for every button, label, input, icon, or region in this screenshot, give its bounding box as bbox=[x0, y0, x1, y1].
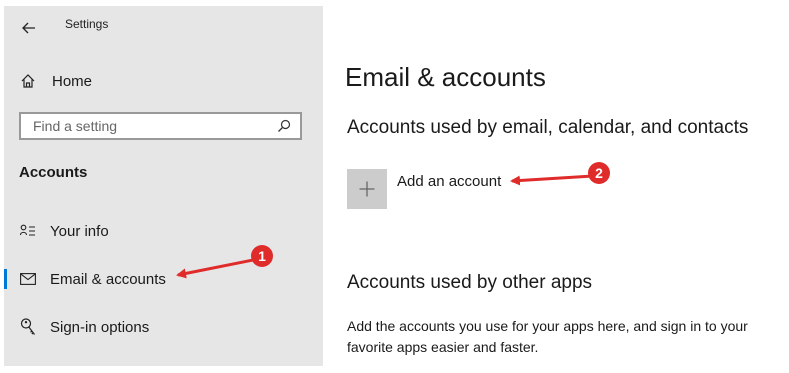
other-apps-description: Add the accounts you use for your apps h… bbox=[347, 318, 748, 355]
other-apps-heading: Accounts used by other apps bbox=[347, 272, 593, 293]
sidebar-item-sign-in-options[interactable]: Sign-in options bbox=[4, 310, 323, 344]
sidebar-item-label: Sign-in options bbox=[50, 318, 150, 336]
home-icon bbox=[18, 71, 38, 91]
back-arrow-icon bbox=[22, 22, 35, 34]
app-title: Settings bbox=[65, 17, 109, 31]
email-section-heading: Accounts used by email, calendar, and co… bbox=[347, 117, 749, 138]
add-account-button[interactable]: Add an account bbox=[347, 168, 501, 209]
search-box[interactable] bbox=[19, 112, 302, 140]
sidebar-item-email-accounts[interactable]: Email & accounts bbox=[4, 262, 323, 296]
key-icon bbox=[18, 317, 38, 337]
section-heading-accounts: Accounts bbox=[19, 164, 88, 181]
plus-icon bbox=[359, 181, 375, 196]
back-button[interactable] bbox=[20, 18, 38, 38]
page-title: Email & accounts bbox=[345, 62, 546, 92]
sidebar-item-label: Email & accounts bbox=[50, 270, 166, 288]
sidebar-item-label: Your info bbox=[50, 222, 109, 240]
person-card-icon bbox=[18, 221, 38, 241]
add-tile[interactable] bbox=[347, 168, 387, 209]
search-icon[interactable] bbox=[276, 118, 292, 134]
nav-home[interactable]: Home bbox=[18, 70, 218, 92]
sidebar-item-your-info[interactable]: Your info bbox=[4, 214, 323, 248]
add-account-label: Add an account bbox=[397, 173, 502, 190]
mail-icon bbox=[18, 269, 38, 289]
search-input[interactable] bbox=[31, 117, 276, 135]
nav-home-label: Home bbox=[52, 72, 93, 90]
sidebar: Settings Home Accounts Your info bbox=[4, 6, 323, 366]
main-content: Email & accounts Accounts used by email,… bbox=[345, 0, 789, 373]
